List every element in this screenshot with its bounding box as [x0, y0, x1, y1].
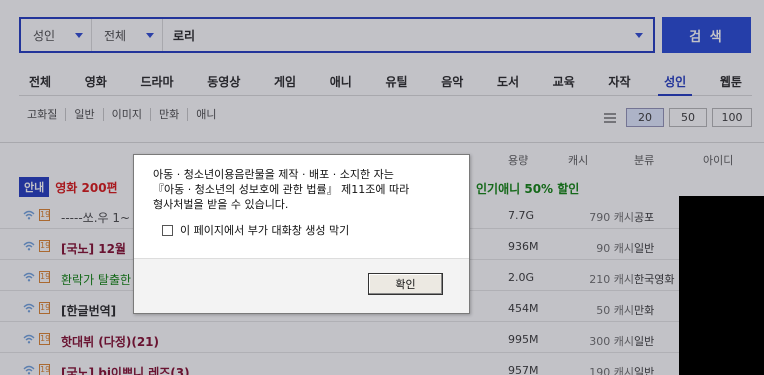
dialog-body: 아동 · 청소년이용음란물을 제작 · 배포 · 소지한 자는 『아동 · 청소… [134, 155, 469, 259]
warning-dialog: 아동 · 청소년이용음란물을 제작 · 배포 · 소지한 자는 『아동 · 청소… [133, 154, 470, 314]
ok-button[interactable]: 확인 [368, 273, 443, 295]
dialog-message-line: 아동 · 청소년이용음란물을 제작 · 배포 · 소지한 자는 [153, 168, 394, 181]
dialog-message: 아동 · 청소년이용음란물을 제작 · 배포 · 소지한 자는 『아동 · 청소… [153, 167, 458, 212]
redacted-area [679, 196, 764, 375]
dialog-message-line: 형사처벌을 받을 수 있습니다. [153, 198, 289, 211]
block-dialogs-option[interactable]: 이 페이지에서 부가 대화창 생성 막기 [162, 222, 349, 238]
dialog-message-line: 『아동 · 청소년의 성보호에 관한 법률』 제11조에 따라 [153, 183, 410, 196]
block-dialogs-checkbox[interactable] [162, 224, 173, 236]
block-dialogs-label[interactable]: 이 페이지에서 부가 대화창 생성 막기 [180, 222, 349, 238]
